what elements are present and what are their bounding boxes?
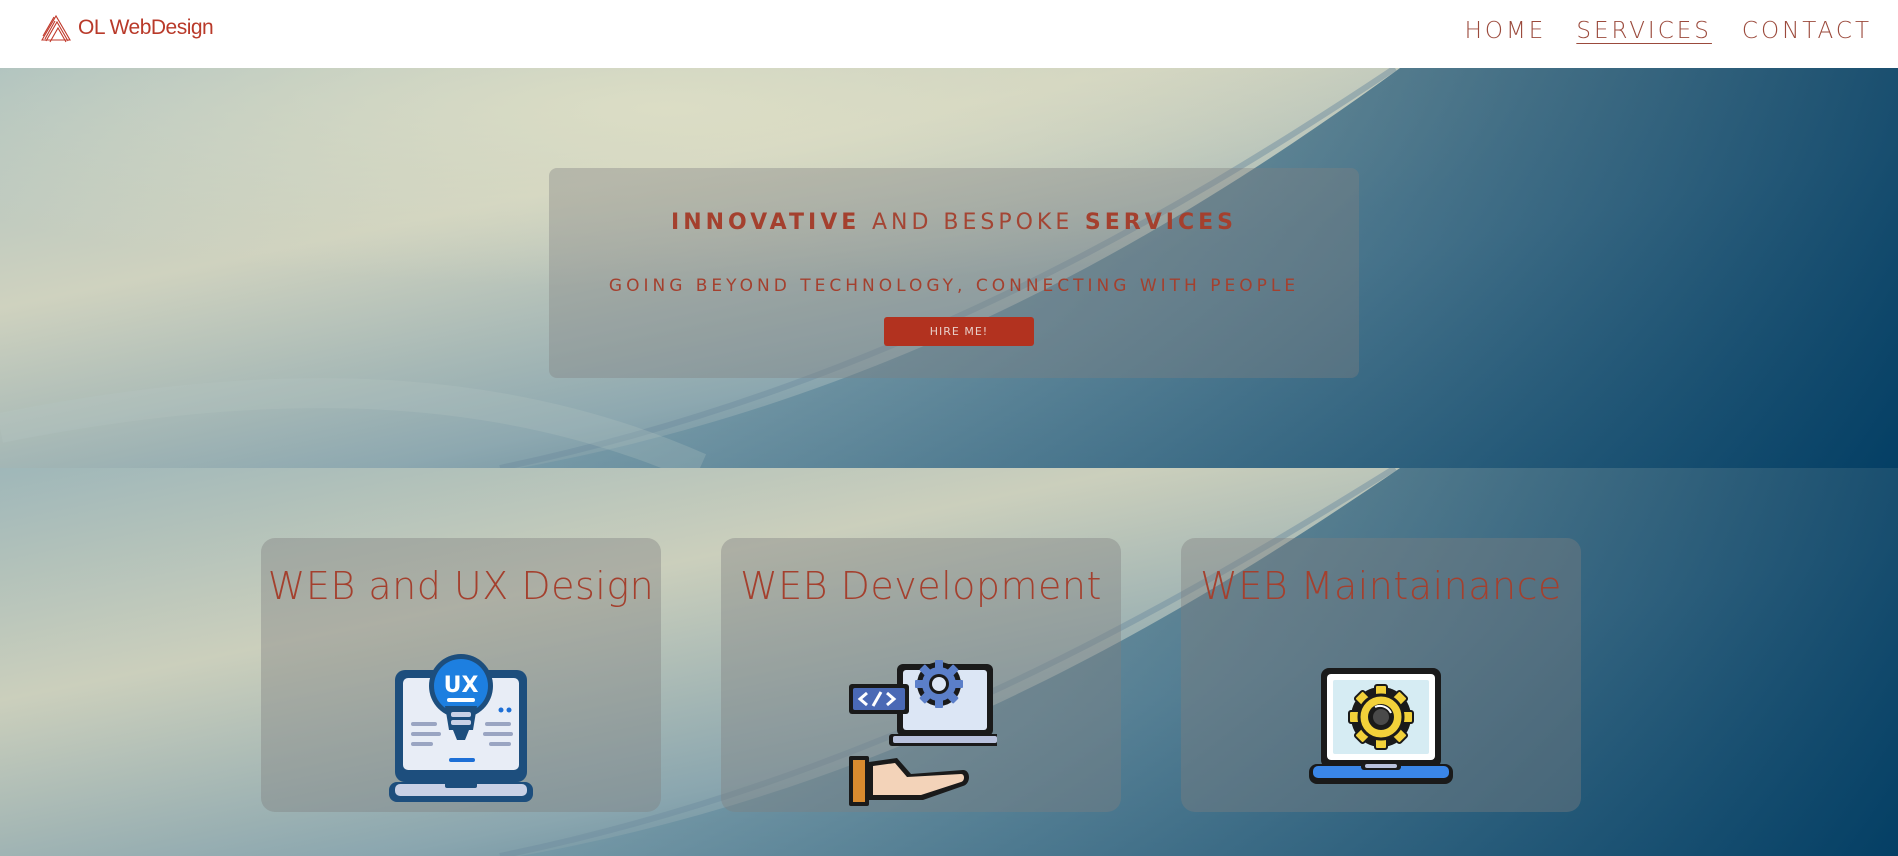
hero-title-light: AND BESPOKE [871,210,1074,235]
ux-laptop-bulb-icon: UX [385,650,537,808]
logo-link[interactable]: OL WebDesign [40,12,214,44]
service-title: WEB and UX Design [267,564,655,608]
service-title: WEB Development [740,564,1102,608]
service-card-web-development[interactable]: WEB Development [721,538,1121,812]
logo-mark-icon [41,14,71,43]
service-card-web-ux-design[interactable]: WEB and UX Design UX [261,538,661,812]
nav-home[interactable]: HOME [1465,16,1547,46]
site-header: OL WebDesign HOME SERVICES CONTACT [0,0,1898,68]
hero-subtitle: GOING BEYOND TECHNOLOGY, CONNECTING WITH… [608,276,1300,296]
hero-title: INNOVATIVE AND BESPOKE SERVICES [549,210,1359,235]
dev-laptop-gear-hand-icon [845,650,997,808]
nav-services[interactable]: SERVICES [1576,16,1712,46]
main-nav: HOME SERVICES CONTACT [1465,16,1872,46]
hero-title-strong-2: SERVICES [1084,210,1237,235]
maintenance-laptop-gear-icon [1305,650,1457,808]
hero-card: INNOVATIVE AND BESPOKE SERVICES GOING BE… [549,168,1359,378]
hero-title-strong-1: INNOVATIVE [671,210,861,235]
hire-me-button[interactable]: HIRE ME! [884,317,1034,346]
service-title: WEB Maintainance [1200,564,1562,608]
logo-text: OL WebDesign [78,16,214,39]
nav-contact[interactable]: CONTACT [1742,16,1872,46]
ux-icon-label: UX [444,673,479,698]
service-card-web-maintainance[interactable]: WEB Maintainance [1181,538,1581,812]
